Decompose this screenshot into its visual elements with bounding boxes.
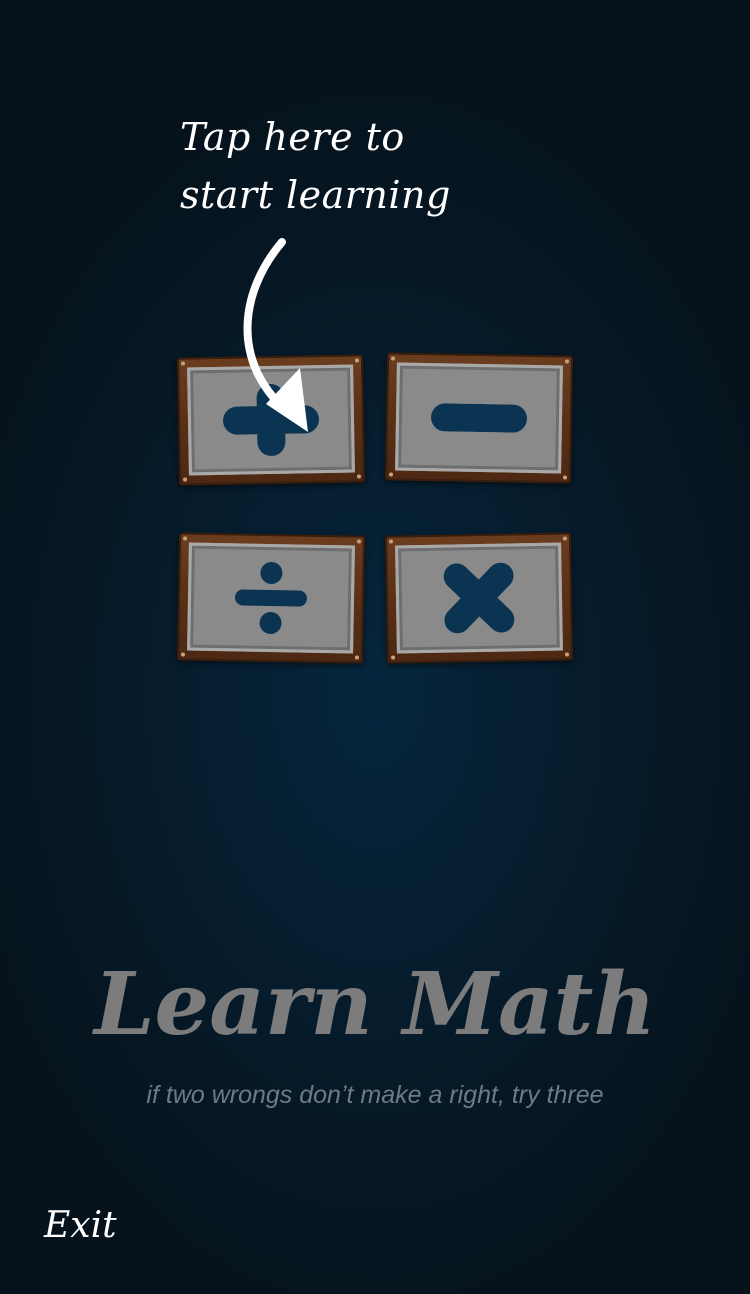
multiplication-tile-button[interactable] xyxy=(384,532,574,664)
rivet xyxy=(562,475,568,480)
rivet xyxy=(356,474,362,479)
tile-face xyxy=(187,542,355,654)
tile-face xyxy=(395,362,563,474)
rivet xyxy=(180,652,186,657)
start-hint-line-1: Tap here to xyxy=(180,115,405,159)
rivet xyxy=(180,361,186,366)
rivet xyxy=(564,359,570,364)
start-hint: Tap here to start learning xyxy=(180,108,510,224)
rivet xyxy=(354,358,360,363)
tile-face xyxy=(395,542,563,654)
times-icon xyxy=(443,562,515,634)
rivet xyxy=(562,536,568,541)
start-hint-line-2: start learning xyxy=(180,173,451,217)
rivet xyxy=(388,472,394,477)
division-tile-button[interactable] xyxy=(176,532,366,664)
rivet xyxy=(390,655,396,660)
divide-icon xyxy=(235,562,307,634)
rivet xyxy=(356,539,362,544)
app-tagline: if two wrongs don’t make a right, try th… xyxy=(146,1081,604,1109)
rivet xyxy=(182,477,188,482)
app-title: Learn Math xyxy=(94,954,656,1055)
exit-button[interactable]: Exit xyxy=(44,1202,117,1250)
rivet xyxy=(564,652,570,657)
rivet xyxy=(182,536,188,541)
rivet xyxy=(354,655,360,660)
minus-icon xyxy=(431,403,527,433)
rivet xyxy=(388,539,394,544)
subtraction-tile-button[interactable] xyxy=(384,352,574,484)
curved-arrow-icon xyxy=(243,238,308,432)
rivet xyxy=(390,356,396,361)
